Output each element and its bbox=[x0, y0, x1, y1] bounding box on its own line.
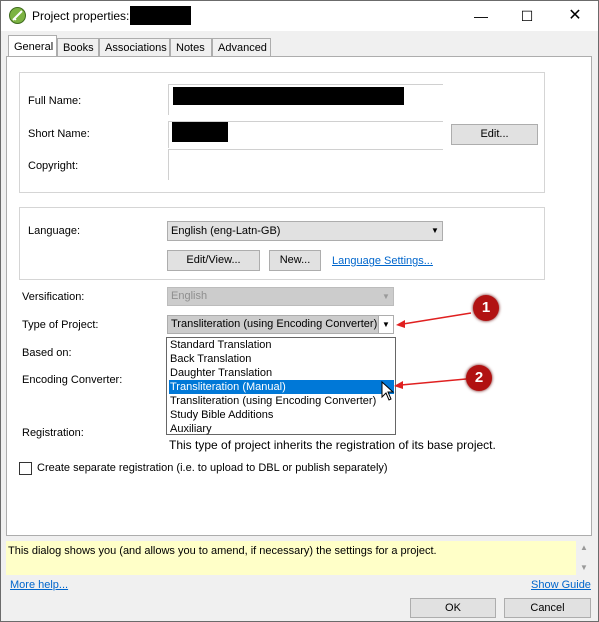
project-properties-dialog: Project properties: — ☐ ✕ General Books … bbox=[0, 0, 599, 622]
annotation-arrows bbox=[394, 312, 472, 389]
annotation-marker-1: 1 bbox=[473, 295, 499, 321]
annotation-marker-2: 2 bbox=[466, 365, 492, 391]
